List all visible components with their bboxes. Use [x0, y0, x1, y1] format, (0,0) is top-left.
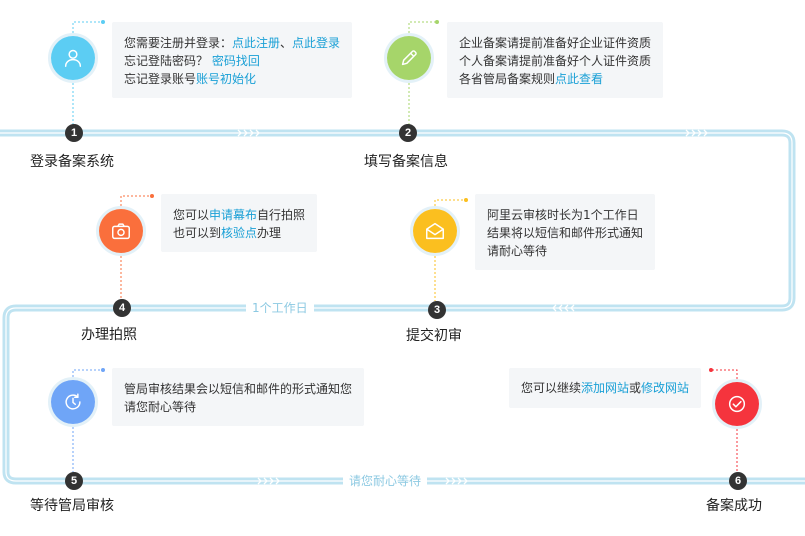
- tip-line: 管局审核结果会以短信和邮件的形式通知您: [124, 380, 352, 398]
- tip-line: 结果将以短信和邮件形式通知: [487, 224, 643, 242]
- tip-line: 您可以继续添加网站或修改网站: [521, 379, 689, 397]
- connector-dotted-line: [434, 199, 466, 206]
- tip-link[interactable]: 点此注册: [232, 36, 280, 50]
- tip-text: 办理: [257, 226, 282, 240]
- step-2-number: 2: [399, 124, 417, 142]
- step-3-tip: 阿里云审核时长为1个工作日 结果将以短信和邮件形式通知 请耐心等待: [475, 194, 655, 270]
- tip-text: 也可以到: [173, 226, 222, 240]
- step-3-number: 3: [428, 301, 446, 319]
- icp-filing-process-diagram: 您需要注册并登录：点此注册、点此登录 忘记登陆密码？ 密码找回 忘记登录账号账号初始…: [0, 0, 805, 536]
- connector-dotted-line: [72, 21, 103, 33]
- connector-dotted-line: [120, 195, 152, 206]
- tip-link[interactable]: 点此查看: [555, 72, 603, 86]
- tip-text: 您需要注册并登录：: [124, 36, 233, 50]
- tip-line: 阿里云审核时长为1个工作日: [487, 206, 643, 224]
- tip-line: 个人备案请提前准备好个人证件资质: [459, 52, 651, 70]
- step-5-label: 等待管局审核: [30, 498, 114, 514]
- tip-line: 请您耐心等待: [124, 398, 352, 416]
- tip-line: 请耐心等待: [487, 242, 643, 260]
- connector-dot: [709, 368, 713, 372]
- tip-line: 也可以到核验点办理: [173, 224, 305, 242]
- step-2-label: 填写备案信息: [364, 154, 448, 170]
- connector-dot: [101, 368, 105, 372]
- tip-text: 个人备案请提前准备好个人证件资质: [459, 54, 652, 68]
- tip-text: 、: [280, 36, 293, 50]
- step-6-icon-wrap: [712, 379, 762, 429]
- step-1-number: 1: [65, 124, 83, 142]
- tip-text: 请您耐心等待: [124, 400, 197, 414]
- tip-link[interactable]: 密码找回: [212, 54, 260, 68]
- connector-dotted-line: [408, 21, 437, 33]
- step-1-tip: 您需要注册并登录：点此注册、点此登录 忘记登陆密码？ 密码找回 忘记登录账号账号初始…: [112, 22, 352, 98]
- tip-line: 忘记登陆密码？ 密码找回: [124, 52, 340, 70]
- tip-text: 或: [629, 381, 642, 395]
- step-6-number: 6: [729, 472, 747, 490]
- tip-text: 阿里云审核时长为1个工作日: [487, 208, 639, 222]
- connector-dotted-line: [711, 369, 738, 379]
- envelope-icon: [413, 209, 457, 253]
- step-5-icon-wrap: [48, 377, 98, 427]
- step-1-icon-wrap: [48, 33, 98, 83]
- step-4-label: 办理拍照: [81, 327, 137, 343]
- step-6-tip: 您可以继续添加网站或修改网站: [509, 368, 701, 408]
- camera-icon: [99, 209, 143, 253]
- tip-link[interactable]: 点此登录: [292, 36, 340, 50]
- tip-text: 忘记登陆密码？: [124, 54, 212, 68]
- tip-line: 企业备案请提前准备好企业证件资质: [459, 34, 651, 52]
- step-6-label: 备案成功: [706, 498, 762, 514]
- step-3-label: 提交初审: [406, 328, 462, 344]
- step-3-icon-wrap: [410, 206, 460, 256]
- tip-text: 自行拍照: [257, 208, 306, 222]
- tip-text: 管局审核结果会以短信和邮件的形式通知您: [124, 382, 353, 396]
- tip-text: 您可以: [173, 208, 210, 222]
- step-2-tip: 企业备案请提前准备好企业证件资质 个人备案请提前准备好个人证件资质 各省管局备案规则…: [447, 22, 663, 98]
- tip-line: 您需要注册并登录：点此注册、点此登录: [124, 34, 340, 52]
- connector-dot: [101, 20, 105, 24]
- step-4-number: 4: [113, 299, 131, 317]
- connector-dot: [464, 198, 468, 202]
- connector-dotted-line: [72, 369, 103, 377]
- tip-line: 各省管局备案规则点此查看: [459, 70, 651, 88]
- tip-text: 请耐心等待: [487, 244, 548, 258]
- connector-dot: [150, 194, 154, 198]
- tip-link[interactable]: 申请幕布: [209, 208, 257, 222]
- step-2-icon-wrap: [384, 33, 434, 83]
- track-label-one-workday: 1个工作日: [246, 299, 314, 316]
- track-label-please-wait: 请您耐心等待: [343, 472, 428, 489]
- tip-link[interactable]: 账号初始化: [196, 72, 256, 86]
- pencil-icon: [387, 36, 431, 80]
- step-5-tip: 管局审核结果会以短信和邮件的形式通知您 请您耐心等待: [112, 368, 364, 426]
- tip-text: 您可以继续: [521, 381, 582, 395]
- clock-icon: [51, 380, 95, 424]
- step-1-label: 登录备案系统: [30, 154, 114, 170]
- step-4-tip: 您可以申请幕布自行拍照 也可以到核验点办理: [161, 194, 317, 252]
- tip-text: 忘记登录账号: [124, 72, 197, 86]
- tip-text: 企业备案请提前准备好企业证件资质: [459, 36, 652, 50]
- step-5-number: 5: [65, 472, 83, 490]
- check-circle-icon: [715, 382, 759, 426]
- tip-text: 结果将以短信和邮件形式通知: [487, 226, 644, 240]
- connector-dot: [435, 20, 439, 24]
- tip-link[interactable]: 添加网站: [581, 381, 629, 395]
- tip-line: 忘记登录账号账号初始化: [124, 70, 340, 88]
- tip-line: 您可以申请幕布自行拍照: [173, 206, 305, 224]
- tip-text: 各省管局备案规则: [459, 72, 556, 86]
- tip-link[interactable]: 核验点: [221, 226, 257, 240]
- tip-link[interactable]: 修改网站: [641, 381, 689, 395]
- step-4-icon-wrap: [96, 206, 146, 256]
- user-icon: [51, 36, 95, 80]
